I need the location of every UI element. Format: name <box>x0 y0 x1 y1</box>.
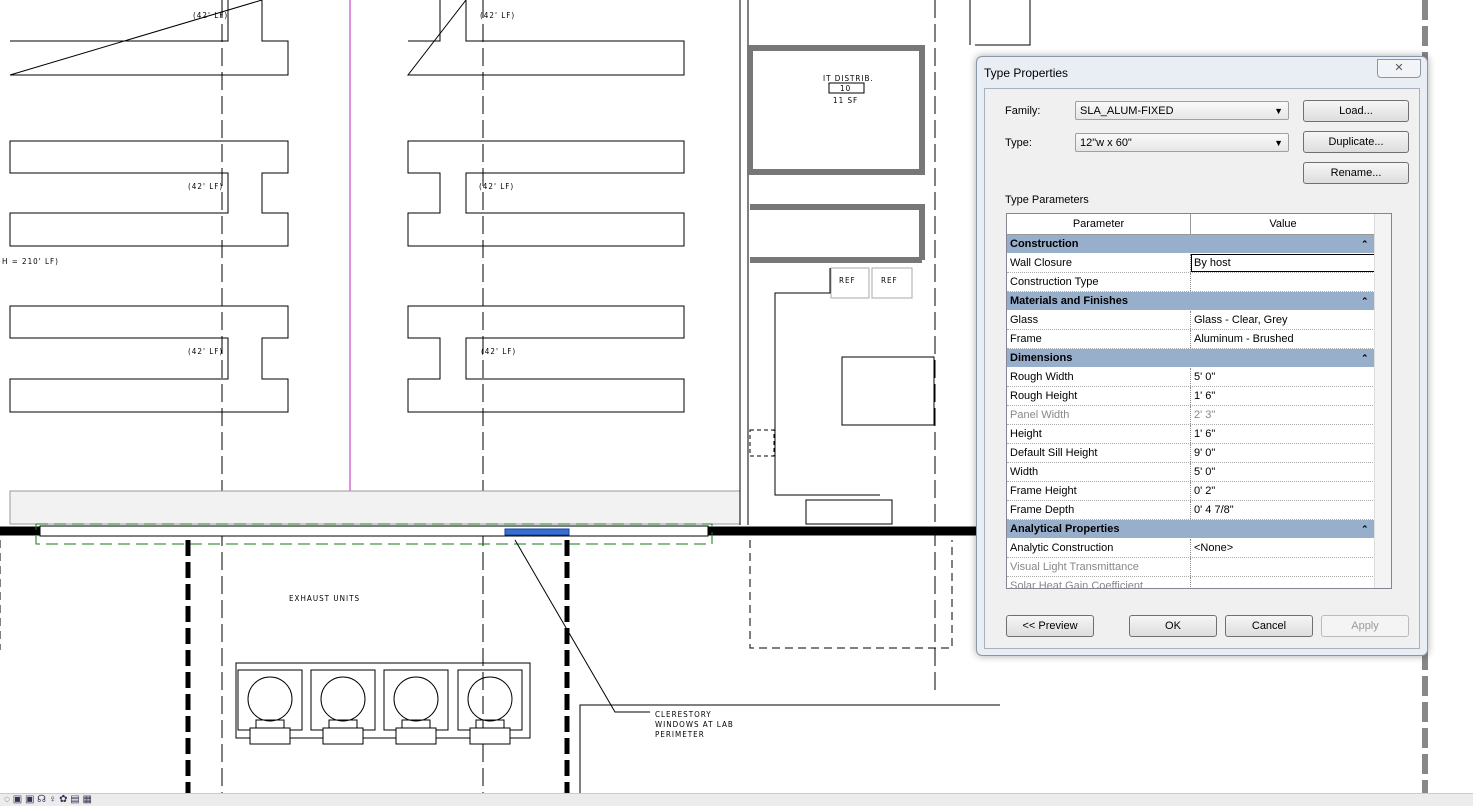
total-label: H = 210' LF) <box>2 257 59 266</box>
parameter-row[interactable]: Rough Height 1' 6" <box>1007 387 1375 406</box>
group-header[interactable]: Dimensions ⌃ <box>1007 349 1375 368</box>
parameter-name: Visual Light Transmittance <box>1007 558 1191 576</box>
callout-line: WINDOWS AT LAB <box>655 720 734 729</box>
exhaust-label: EXHAUST UNITS <box>289 594 360 603</box>
preview-button[interactable]: << Preview <box>1006 615 1094 637</box>
parameter-name: Rough Height <box>1007 387 1191 405</box>
type-select[interactable]: 12"w x 60" ▼ <box>1075 133 1289 152</box>
collapse-icon[interactable]: ⌃ <box>1361 520 1375 538</box>
callout-line: PERIMETER <box>655 730 705 739</box>
parameter-row[interactable]: Frame Aluminum - Brushed <box>1007 330 1375 349</box>
dialog-title: Type Properties <box>984 66 1069 80</box>
group-label: Analytical Properties <box>1010 523 1120 535</box>
rename-button[interactable]: Rename... <box>1303 162 1409 184</box>
load-button[interactable]: Load... <box>1303 100 1409 122</box>
close-button[interactable]: ✕ <box>1377 59 1421 78</box>
parameter-name: Solar Heat Gain Coefficient <box>1007 577 1191 588</box>
parameter-value[interactable]: 5' 0" <box>1191 463 1375 481</box>
parameter-name: Height <box>1007 425 1191 443</box>
ref-label: REF <box>839 276 856 285</box>
parameter-value[interactable]: 5' 0" <box>1191 368 1375 386</box>
parameter-name: Frame <box>1007 330 1191 348</box>
type-value: 12"w x 60" <box>1080 137 1132 149</box>
collapse-icon[interactable]: ⌃ <box>1361 349 1375 367</box>
room-number: 10 <box>840 84 851 93</box>
status-bar: ◌ ▣ ▣ ☊ ♀ ✿ ▤ ▦ <box>0 793 1473 806</box>
collapse-icon[interactable]: ⌃ <box>1361 292 1375 310</box>
parameter-value[interactable]: 2' 3" <box>1191 406 1375 424</box>
column-header-parameter[interactable]: Parameter <box>1007 214 1191 234</box>
parameter-value[interactable] <box>1191 558 1375 576</box>
room-name: IT DISTRIB. <box>823 74 874 83</box>
cancel-button[interactable]: Cancel <box>1225 615 1313 637</box>
parameter-name: Rough Width <box>1007 368 1191 386</box>
parameter-row[interactable]: Default Sill Height 9' 0" <box>1007 444 1375 463</box>
parameter-row[interactable]: Solar Heat Gain Coefficient <box>1007 577 1375 588</box>
parameter-name: Analytic Construction <box>1007 539 1191 557</box>
family-select[interactable]: SLA_ALUM-FIXED ▼ <box>1075 101 1289 120</box>
parameter-value[interactable]: 0' 4 7/8" <box>1191 501 1375 519</box>
parameter-value[interactable]: Aluminum - Brushed <box>1191 330 1375 348</box>
parameter-row[interactable]: Construction Type <box>1007 273 1375 292</box>
parameter-name: Default Sill Height <box>1007 444 1191 462</box>
section-label: Type Parameters <box>1005 194 1089 206</box>
parameter-row[interactable]: Panel Width 2' 3" <box>1007 406 1375 425</box>
parameter-row[interactable]: Glass Glass - Clear, Grey <box>1007 311 1375 330</box>
parameter-value[interactable]: Glass - Clear, Grey <box>1191 311 1375 329</box>
bench-label: (42' LF) <box>193 11 228 20</box>
parameter-row[interactable]: Width 5' 0" <box>1007 463 1375 482</box>
column-header-value[interactable]: Value <box>1191 214 1375 234</box>
type-properties-dialog: Type Properties ✕ Family: SLA_ALUM-FIXED… <box>976 56 1428 656</box>
apply-button[interactable]: Apply <box>1321 615 1409 637</box>
parameter-name: Frame Depth <box>1007 501 1191 519</box>
parameters-table: Parameter Value Construction ⌃ Wall Closure… <box>1006 213 1392 589</box>
callout-line: CLERESTORY <box>655 710 712 719</box>
chevron-down-icon: ▼ <box>1274 138 1283 148</box>
view-control-icons[interactable]: ◌ ▣ ▣ ☊ ♀ ✿ ▤ ▦ <box>4 794 92 806</box>
parameter-name: Frame Height <box>1007 482 1191 500</box>
group-label: Materials and Finishes <box>1010 295 1128 307</box>
bench-label: (42' LF) <box>479 182 514 191</box>
bench-label: (42' LF) <box>188 182 223 191</box>
parameter-row[interactable]: Analytic Construction <None> <box>1007 539 1375 558</box>
parameter-row[interactable]: Wall Closure By host <box>1007 254 1375 273</box>
scrollbar[interactable] <box>1374 214 1391 588</box>
parameter-value[interactable]: 1' 6" <box>1191 425 1375 443</box>
parameter-name: Glass <box>1007 311 1191 329</box>
bench-label: (42' LF) <box>480 11 515 20</box>
parameter-name: Construction Type <box>1007 273 1191 291</box>
parameter-row[interactable]: Frame Depth 0' 4 7/8" <box>1007 501 1375 520</box>
group-header[interactable]: Analytical Properties ⌃ <box>1007 520 1375 539</box>
parameter-name: Wall Closure <box>1007 254 1191 272</box>
parameter-value[interactable]: 9' 0" <box>1191 444 1375 462</box>
bench-label: (42' LF) <box>481 347 516 356</box>
parameter-value[interactable]: 1' 6" <box>1191 387 1375 405</box>
duplicate-button[interactable]: Duplicate... <box>1303 131 1409 153</box>
parameter-value[interactable]: 0' 2" <box>1191 482 1375 500</box>
parameter-name: Panel Width <box>1007 406 1191 424</box>
parameter-value[interactable]: <None> <box>1191 539 1375 557</box>
ref-label: REF <box>881 276 898 285</box>
parameter-row[interactable]: Frame Height 0' 2" <box>1007 482 1375 501</box>
family-label: Family: <box>1005 105 1041 117</box>
ok-button[interactable]: OK <box>1129 615 1217 637</box>
bench-label: (42' LF) <box>188 347 223 356</box>
parameter-value[interactable]: By host <box>1191 254 1375 272</box>
parameter-value[interactable] <box>1191 273 1375 291</box>
parameter-row[interactable]: Rough Width 5' 0" <box>1007 368 1375 387</box>
chevron-down-icon: ▼ <box>1274 106 1283 116</box>
parameter-row[interactable]: Visual Light Transmittance <box>1007 558 1375 577</box>
group-header[interactable]: Construction ⌃ <box>1007 235 1375 254</box>
group-label: Construction <box>1010 238 1079 250</box>
group-header[interactable]: Materials and Finishes ⌃ <box>1007 292 1375 311</box>
family-value: SLA_ALUM-FIXED <box>1080 105 1174 117</box>
type-label: Type: <box>1005 137 1032 149</box>
group-label: Dimensions <box>1010 352 1073 364</box>
parameter-value[interactable] <box>1191 577 1375 588</box>
room-area: 11 SF <box>833 96 858 105</box>
collapse-icon[interactable]: ⌃ <box>1361 235 1375 253</box>
parameter-name: Width <box>1007 463 1191 481</box>
parameter-row[interactable]: Height 1' 6" <box>1007 425 1375 444</box>
